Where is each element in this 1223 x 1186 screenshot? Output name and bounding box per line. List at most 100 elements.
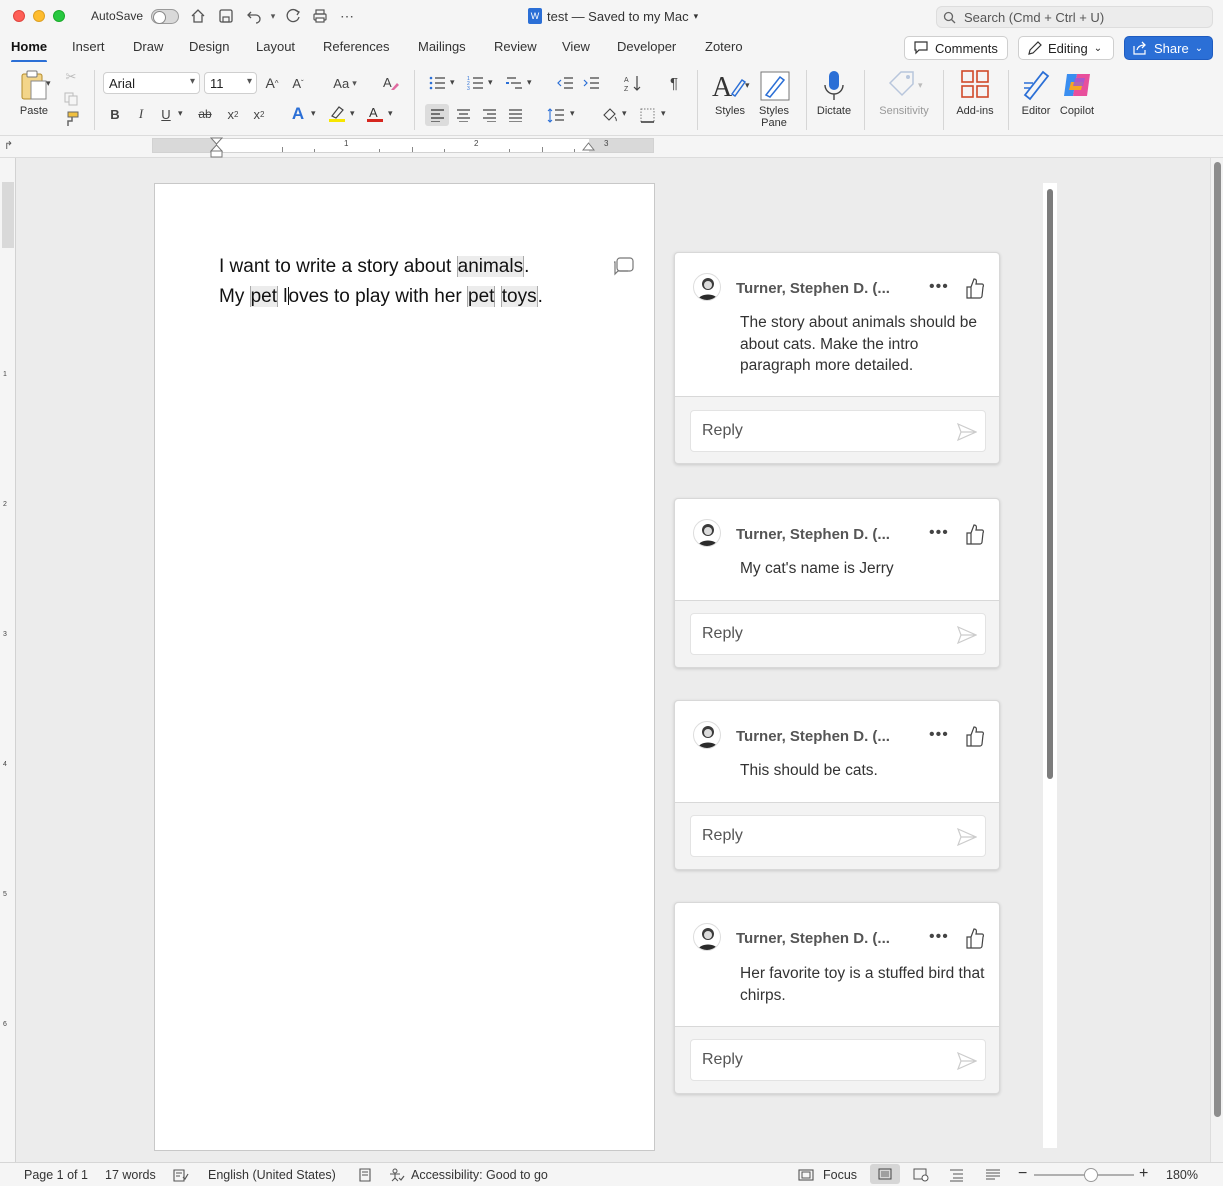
- send-icon[interactable]: [957, 423, 977, 441]
- reply-input[interactable]: Reply: [690, 410, 986, 452]
- grow-font-icon[interactable]: A ^: [262, 73, 282, 93]
- superscript-button[interactable]: x2: [249, 104, 269, 124]
- editing-mode-button[interactable]: Editing ⌄: [1018, 36, 1114, 60]
- zoom-out-button[interactable]: −: [1018, 1165, 1027, 1183]
- underline-dropdown-icon[interactable]: ▾: [178, 108, 183, 119]
- close-window-button[interactable]: [13, 10, 25, 22]
- comment-card[interactable]: Turner, Stephen D. (... ••• The story ab…: [674, 252, 1000, 464]
- cut-icon[interactable]: ✂: [62, 68, 80, 86]
- reply-input[interactable]: Reply: [690, 1039, 986, 1081]
- copilot-button[interactable]: [1060, 69, 1094, 101]
- styles-dropdown-icon[interactable]: ▾: [745, 80, 750, 91]
- document-line-2[interactable]: My pet loves to play with her pet toys.: [219, 286, 543, 308]
- window-scrollbar[interactable]: [1210, 158, 1223, 1162]
- search-input[interactable]: Search (Cmd + Ctrl + U): [936, 6, 1213, 28]
- undo-icon[interactable]: [244, 6, 264, 26]
- text-effects-icon[interactable]: A: [287, 104, 309, 124]
- tab-home[interactable]: Home: [11, 39, 48, 63]
- tab-zotero[interactable]: Zotero: [705, 39, 743, 54]
- multilevel-dropdown-icon[interactable]: ▾: [527, 77, 532, 88]
- reply-input[interactable]: Reply: [690, 613, 986, 655]
- right-indent-marker-icon[interactable]: [582, 142, 595, 151]
- more-options-icon[interactable]: •••: [929, 524, 949, 542]
- change-case-button[interactable]: Aa ▾: [328, 73, 362, 93]
- minimize-window-button[interactable]: [33, 10, 45, 22]
- share-button[interactable]: Share ⌄: [1124, 36, 1213, 60]
- line-spacing-icon[interactable]: [545, 104, 567, 126]
- focus-mode-button[interactable]: Focus: [823, 1168, 857, 1182]
- commented-text[interactable]: animals: [456, 256, 525, 277]
- comment-card[interactable]: Turner, Stephen D. (... ••• My cat's nam…: [674, 498, 1000, 668]
- bullets-icon[interactable]: [427, 73, 447, 93]
- redo-icon[interactable]: [283, 6, 303, 26]
- tab-draw[interactable]: Draw: [133, 39, 163, 54]
- draft-view-icon[interactable]: [985, 1168, 1001, 1182]
- send-icon[interactable]: [957, 626, 977, 644]
- sort-icon[interactable]: AZ: [622, 73, 644, 93]
- accessibility-icon[interactable]: [389, 1168, 405, 1182]
- highlight-color-icon[interactable]: [326, 104, 348, 124]
- comments-button[interactable]: Comments: [904, 36, 1008, 60]
- line-spacing-dropdown-icon[interactable]: ▾: [570, 108, 575, 119]
- document-page[interactable]: I want to write a story about animals. M…: [154, 183, 655, 1151]
- comment-marker-icon[interactable]: [612, 257, 634, 277]
- zoom-window-button[interactable]: [53, 10, 65, 22]
- more-options-icon[interactable]: •••: [929, 278, 949, 296]
- bold-button[interactable]: B: [105, 104, 125, 124]
- font-color-icon[interactable]: A: [364, 104, 386, 124]
- commented-text[interactable]: pet: [467, 286, 496, 307]
- add-ins-button[interactable]: [959, 68, 991, 100]
- tab-selector-icon[interactable]: ↱: [4, 139, 13, 152]
- underline-button[interactable]: U: [156, 104, 176, 124]
- comment-card[interactable]: Turner, Stephen D. (... ••• This should …: [674, 700, 1000, 870]
- font-name-combo[interactable]: Arial ▾: [103, 72, 200, 94]
- send-icon[interactable]: [957, 1052, 977, 1070]
- align-center-icon[interactable]: [452, 104, 474, 126]
- send-icon[interactable]: [957, 828, 977, 846]
- document-line-1[interactable]: I want to write a story about animals.: [219, 256, 529, 278]
- more-options-icon[interactable]: •••: [929, 928, 949, 946]
- outline-view-icon[interactable]: [949, 1168, 965, 1182]
- language[interactable]: English (United States): [208, 1168, 336, 1182]
- clear-formatting-icon[interactable]: A: [381, 73, 401, 93]
- zoom-level[interactable]: 180%: [1166, 1168, 1198, 1182]
- font-color-dropdown-icon[interactable]: ▾: [388, 108, 393, 119]
- comments-scrollbar-thumb[interactable]: [1047, 189, 1053, 779]
- tab-mailings[interactable]: Mailings: [418, 39, 466, 54]
- font-size-combo[interactable]: 11 ▾: [204, 72, 257, 94]
- comments-scrollbar[interactable]: [1043, 183, 1057, 1148]
- indent-marker-icon[interactable]: [210, 137, 223, 158]
- tab-view[interactable]: View: [562, 39, 590, 54]
- multilevel-list-icon[interactable]: [504, 73, 524, 93]
- web-layout-icon[interactable]: [913, 1168, 929, 1182]
- commented-text[interactable]: pet: [249, 286, 279, 307]
- sensitivity-dropdown-icon[interactable]: ▾: [918, 80, 923, 91]
- bullets-dropdown-icon[interactable]: ▾: [450, 77, 455, 88]
- tab-references[interactable]: References: [323, 39, 389, 54]
- strikethrough-button[interactable]: ab: [195, 104, 215, 124]
- italic-button[interactable]: I: [131, 104, 151, 124]
- tab-design[interactable]: Design: [189, 39, 229, 54]
- zoom-in-button[interactable]: +: [1139, 1165, 1148, 1183]
- borders-dropdown-icon[interactable]: ▾: [661, 108, 666, 119]
- format-painter-icon[interactable]: [62, 110, 80, 128]
- shrink-font-icon[interactable]: Aˇ: [288, 73, 308, 93]
- accessibility-status[interactable]: Accessibility: Good to go: [411, 1168, 548, 1182]
- page-count[interactable]: Page 1 of 1: [24, 1168, 88, 1182]
- comment-card[interactable]: Turner, Stephen D. (... ••• Her favorite…: [674, 902, 1000, 1094]
- paste-dropdown-icon[interactable]: ▾: [46, 78, 51, 89]
- shading-dropdown-icon[interactable]: ▾: [622, 108, 627, 119]
- align-right-icon[interactable]: [478, 104, 500, 126]
- track-changes-icon[interactable]: [358, 1168, 374, 1182]
- window-scrollbar-thumb[interactable]: [1214, 162, 1221, 1117]
- save-icon[interactable]: [216, 6, 236, 26]
- numbering-icon[interactable]: 123: [465, 73, 485, 93]
- like-icon[interactable]: [965, 523, 985, 545]
- numbering-dropdown-icon[interactable]: ▾: [488, 77, 493, 88]
- align-left-button[interactable]: [425, 104, 449, 126]
- styles-button[interactable]: A: [708, 68, 748, 104]
- commented-text[interactable]: toys: [500, 286, 538, 307]
- more-options-icon[interactable]: •••: [929, 726, 949, 744]
- like-icon[interactable]: [965, 927, 985, 949]
- more-commands-icon[interactable]: ⋯: [337, 6, 357, 26]
